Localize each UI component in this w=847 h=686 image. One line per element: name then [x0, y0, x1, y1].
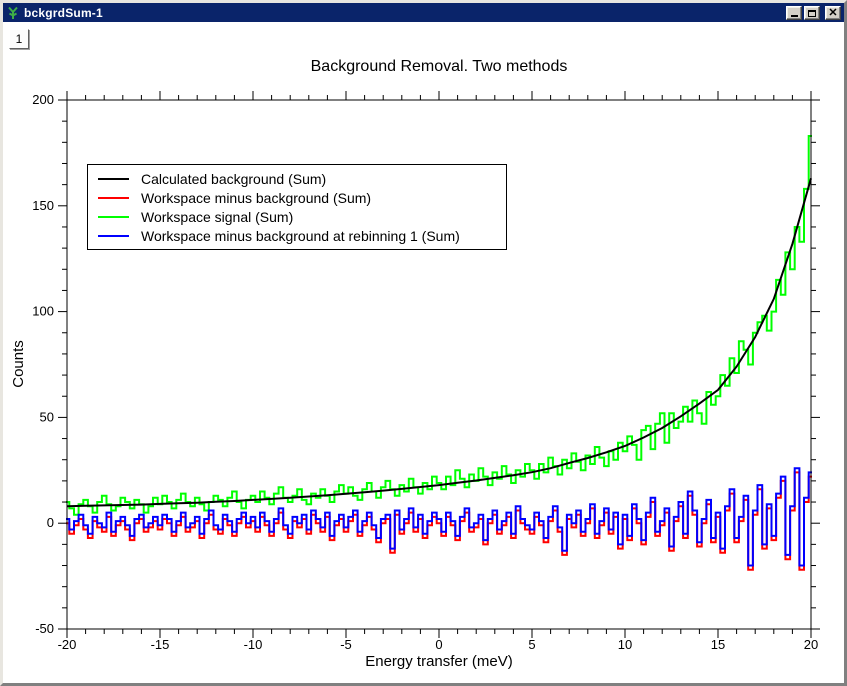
legend-label: Workspace minus background (Sum) — [141, 190, 371, 206]
x-tick-label: -15 — [151, 637, 170, 652]
legend-item: Calculated background (Sum) — [98, 169, 506, 188]
legend-item: Workspace minus background (Sum) — [98, 188, 506, 207]
legend-label: Calculated background (Sum) — [141, 171, 326, 187]
x-tick-label: 0 — [435, 637, 442, 652]
plot-canvas[interactable]: Background Removal. Two methods Energy t… — [3, 3, 847, 686]
x-axis-label: Energy transfer (meV) — [365, 653, 513, 670]
legend-label: Workspace signal (Sum) — [141, 209, 293, 225]
legend-line-sample — [98, 235, 129, 237]
close-icon: ✕ — [828, 8, 837, 18]
chart-title: Background Removal. Two methods — [311, 58, 568, 75]
window-title: bckgrdSum-1 — [24, 6, 786, 20]
y-tick-label: 50 — [40, 409, 54, 424]
x-tick-label: -20 — [58, 637, 77, 652]
maximize-button[interactable] — [804, 6, 820, 20]
legend-line-sample — [98, 197, 129, 199]
mantid-icon — [6, 6, 20, 20]
close-button[interactable]: ✕ — [825, 6, 841, 20]
legend-line-sample — [98, 216, 129, 218]
x-tick-label: 15 — [711, 637, 725, 652]
layer-button[interactable]: 1 — [9, 29, 29, 49]
minimize-icon — [791, 15, 798, 17]
x-tick-label: 10 — [618, 637, 632, 652]
y-tick-label: 0 — [47, 515, 54, 530]
minimize-button[interactable] — [786, 6, 802, 20]
y-tick-label: -50 — [35, 621, 54, 636]
plot-window: Background Removal. Two methods Energy t… — [0, 0, 847, 686]
titlebar[interactable]: bckgrdSum-1 ✕ — [3, 3, 844, 22]
legend-line-sample — [98, 178, 129, 180]
x-tick-label: -10 — [244, 637, 263, 652]
maximize-icon — [808, 10, 816, 17]
y-tick-label: 100 — [32, 304, 54, 319]
y-tick-label: 150 — [32, 198, 54, 213]
legend-label: Workspace minus background at rebinning … — [141, 228, 460, 244]
y-tick-label: 200 — [32, 92, 54, 107]
legend-item: Workspace minus background at rebinning … — [98, 226, 506, 245]
x-tick-label: 20 — [804, 637, 818, 652]
x-tick-label: -5 — [340, 637, 352, 652]
x-tick-label: 5 — [528, 637, 535, 652]
y-axis-label: Counts — [10, 340, 27, 388]
legend-box[interactable]: Calculated background (Sum) Workspace min… — [87, 164, 507, 250]
legend-item: Workspace signal (Sum) — [98, 207, 506, 226]
